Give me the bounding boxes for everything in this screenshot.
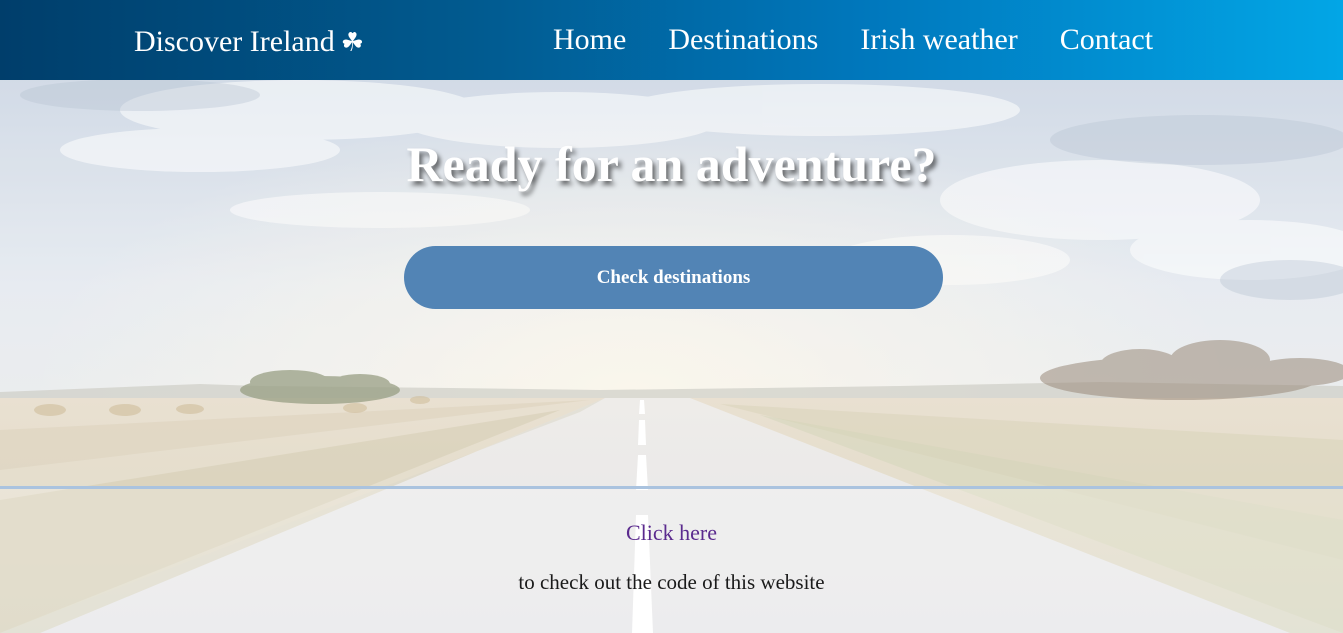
nav-link-contact[interactable]: Contact — [1060, 20, 1153, 60]
footer-section — [0, 489, 1343, 633]
section-divider — [0, 486, 1343, 489]
footer-link-row: Click here — [0, 518, 1343, 548]
source-code-link[interactable]: Click here — [626, 520, 717, 545]
check-destinations-button[interactable]: Check destinations — [404, 246, 943, 309]
nav-link-irish-weather[interactable]: Irish weather — [860, 20, 1017, 60]
site-logo[interactable]: Discover Ireland ☘ — [134, 22, 364, 63]
nav-link-destinations[interactable]: Destinations — [668, 20, 818, 60]
shamrock-icon: ☘ — [340, 28, 365, 58]
page: Discover Ireland ☘ Home Destinations Iris… — [0, 0, 1343, 633]
main-nav: Home Destinations Irish weather Contact — [553, 20, 1153, 60]
hero-title: Ready for an adventure? — [406, 136, 937, 192]
footer-text: to check out the code of this website — [518, 570, 825, 594]
nav-link-home[interactable]: Home — [553, 20, 626, 60]
top-navigation-bar: Discover Ireland ☘ Home Destinations Iris… — [0, 0, 1343, 80]
brand-name: Discover Ireland — [134, 25, 335, 58]
